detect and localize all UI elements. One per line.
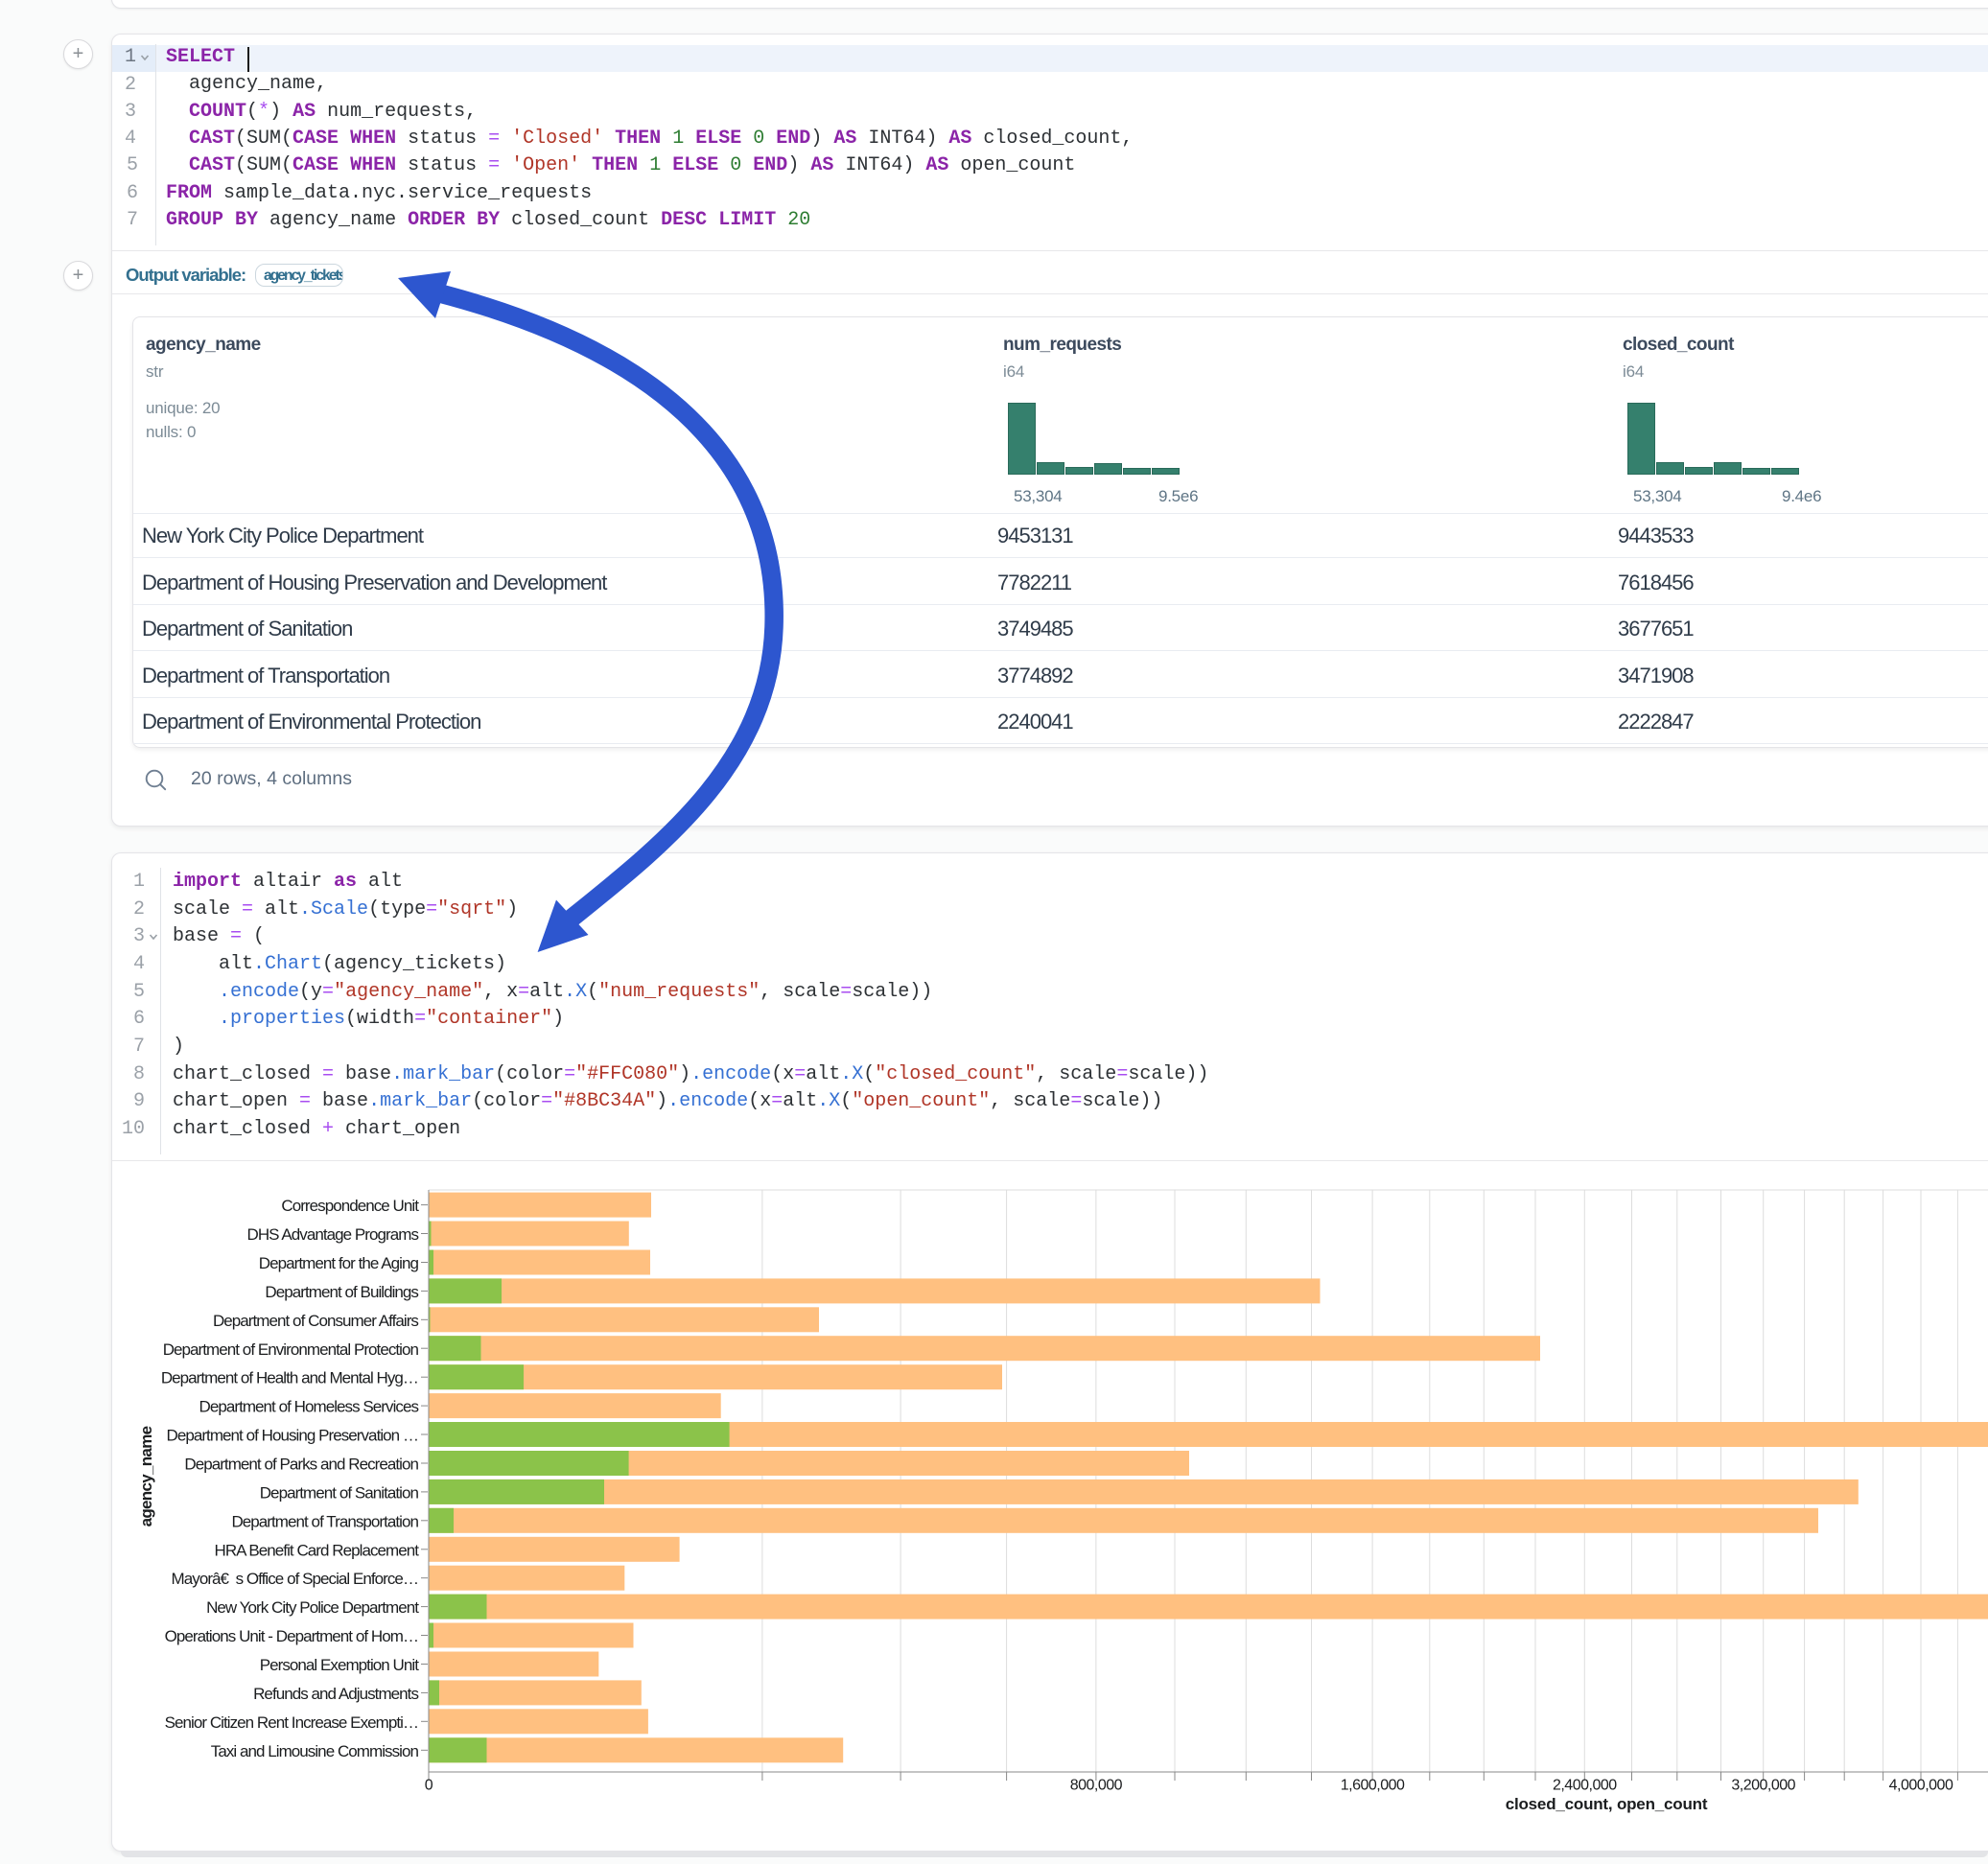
- svg-text:3,200,000: 3,200,000: [1731, 1778, 1795, 1794]
- svg-text:New York City Police Departmen: New York City Police Department: [206, 1598, 419, 1617]
- svg-text:HRA Benefit Card Replacement: HRA Benefit Card Replacement: [215, 1541, 420, 1559]
- svg-text:4,000,000: 4,000,000: [1889, 1778, 1953, 1794]
- svg-text:DHS Advantage Programs: DHS Advantage Programs: [247, 1225, 419, 1244]
- svg-text:Department of Transportation: Department of Transportation: [231, 1512, 418, 1530]
- svg-text:Department of Consumer Affairs: Department of Consumer Affairs: [213, 1312, 418, 1330]
- svg-text:Department of Environmental Pr: Department of Environmental Protection: [163, 1340, 419, 1359]
- svg-text:1,600,000: 1,600,000: [1341, 1778, 1405, 1794]
- svg-text:Mayorâ€ s Office of Special E: Mayorâ€ s Office of Special Enforce…: [172, 1570, 418, 1588]
- svg-text:0: 0: [425, 1778, 433, 1794]
- svg-text:agency_name: agency_name: [137, 1426, 155, 1526]
- svg-text:Department of Buildings: Department of Buildings: [265, 1283, 418, 1301]
- svg-text:Senior Citizen Rent Increase E: Senior Citizen Rent Increase Exempti…: [165, 1713, 418, 1732]
- svg-text:2,400,000: 2,400,000: [1553, 1778, 1617, 1794]
- svg-text:Department of Sanitation: Department of Sanitation: [260, 1483, 419, 1502]
- svg-text:Department of Parks and Recrea: Department of Parks and Recreation: [184, 1456, 418, 1474]
- svg-text:Correspondence Unit: Correspondence Unit: [281, 1197, 419, 1215]
- svg-text:800,000: 800,000: [1070, 1778, 1123, 1794]
- svg-text:Personal Exemption Unit: Personal Exemption Unit: [260, 1656, 419, 1674]
- svg-text:Department of Health and Menta: Department of Health and Mental Hyg…: [161, 1369, 418, 1387]
- svg-text:Taxi and Limousine Commission: Taxi and Limousine Commission: [211, 1742, 419, 1760]
- svg-text:closed_count, open_count: closed_count, open_count: [1506, 1795, 1708, 1813]
- svg-text:Operations Unit - Department o: Operations Unit - Department of Hom…: [165, 1627, 418, 1645]
- svg-text:Department of Homeless Service: Department of Homeless Services: [199, 1398, 419, 1416]
- svg-text:Refunds and Adjustments: Refunds and Adjustments: [253, 1685, 418, 1703]
- svg-text:Department of Housing Preserva: Department of Housing Preservation …: [167, 1427, 419, 1445]
- svg-text:Department for the Aging: Department for the Aging: [259, 1254, 419, 1272]
